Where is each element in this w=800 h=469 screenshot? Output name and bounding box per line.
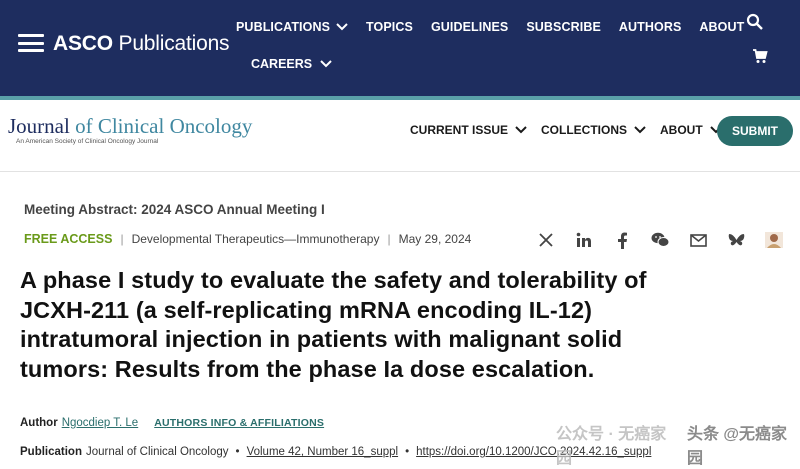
brand-light: Publications <box>118 32 230 55</box>
journal-nav: CURRENT ISSUE COLLECTIONS ABOUT <box>410 123 736 137</box>
nav-topics-label: TOPICS <box>366 20 413 34</box>
journal-title-part1: Journal <box>8 114 76 138</box>
chevron-down-icon <box>320 60 332 68</box>
chevron-down-icon <box>515 126 527 134</box>
title-line: JCXH-211 (a self-replicating mRNA encodi… <box>20 296 593 323</box>
nav-publications[interactable]: PUBLICATIONS <box>236 20 348 34</box>
x-icon[interactable] <box>536 230 556 250</box>
submit-button[interactable]: SUBMIT <box>717 116 793 146</box>
publication-label: Publication <box>20 446 82 458</box>
nav-current-issue[interactable]: CURRENT ISSUE <box>410 123 527 137</box>
divider: | <box>387 232 391 246</box>
nav-topics[interactable]: TOPICS <box>366 20 413 34</box>
nav-careers[interactable]: CAREERS <box>251 57 332 71</box>
watermark: 公众号 · 无癌家园 头条 @无癌家园 <box>556 420 800 468</box>
bluesky-icon[interactable] <box>726 230 746 250</box>
article-meta: FREE ACCESS | Developmental Therapeutics… <box>24 232 471 246</box>
hamburger-menu-icon[interactable] <box>18 34 44 52</box>
nav-subscribe[interactable]: SUBSCRIBE <box>526 20 601 34</box>
nav-publications-label: PUBLICATIONS <box>236 20 331 34</box>
publish-date: May 29, 2024 <box>398 232 472 246</box>
asco-logo[interactable]: ASCO Publications <box>53 32 230 56</box>
nav-collections-label: COLLECTIONS <box>541 123 628 137</box>
author-label: Author <box>20 417 58 429</box>
author-link[interactable]: Ngocdiep T. Le <box>62 417 139 429</box>
title-line: tumors: Results from the phase Ia dose e… <box>20 355 595 382</box>
volume-link[interactable]: Volume 42, Number 16_suppl <box>247 446 399 458</box>
nav-journal-about-label: ABOUT <box>660 123 703 137</box>
journal-logo[interactable]: Journal of Clinical Oncology <box>8 114 252 139</box>
cart-icon[interactable] <box>752 48 768 69</box>
nav-collections[interactable]: COLLECTIONS <box>541 123 646 137</box>
nav-subscribe-label: SUBSCRIBE <box>526 20 601 34</box>
nav-about-label: ABOUT <box>699 20 745 34</box>
nav-about[interactable]: ABOUT <box>699 20 744 34</box>
article-category[interactable]: Developmental Therapeutics—Immunotherapy <box>132 232 380 246</box>
meeting-abstract-label: Meeting Abstract: 2024 ASCO Annual Meeti… <box>24 202 325 217</box>
author-row: Author Ngocdiep T. Le AUTHORS INFO & AFF… <box>20 417 324 429</box>
chevron-down-icon <box>634 126 646 134</box>
watermark-text-1: 公众号 · 无癌家园 <box>556 426 667 467</box>
nav-guidelines[interactable]: GUIDELINES <box>431 20 508 34</box>
linkedin-icon[interactable] <box>574 230 594 250</box>
bullet-separator: • <box>405 446 410 458</box>
article-title: A phase I study to evaluate the safety a… <box>20 266 790 384</box>
nav-guidelines-label: GUIDELINES <box>430 20 509 34</box>
wechat-icon[interactable] <box>650 230 670 250</box>
watermark-text-2: 头条 @无癌家园 <box>686 426 788 467</box>
publication-journal: Journal of Clinical Oncology <box>85 446 229 458</box>
journal-title-part2: Clinical Oncology <box>97 114 253 138</box>
chevron-down-icon <box>336 23 348 31</box>
access-badge: FREE ACCESS <box>24 232 113 246</box>
title-line: intratumoral injection in patients with … <box>20 326 623 352</box>
share-bar <box>536 230 784 250</box>
divider: | <box>120 232 124 246</box>
nav-journal-about[interactable]: ABOUT <box>660 123 722 137</box>
nav-authors[interactable]: AUTHORS <box>619 20 682 34</box>
journal-header: Journal of Clinical Oncology An American… <box>0 100 800 172</box>
top-nav: PUBLICATIONS TOPICS GUIDELINES SUBSCRIBE… <box>236 20 762 34</box>
journal-title-of: of <box>75 114 98 138</box>
bullet-separator: • <box>235 446 240 458</box>
nav-current-issue-label: CURRENT ISSUE <box>410 123 509 137</box>
email-icon[interactable] <box>688 230 708 250</box>
affiliations-link[interactable]: AUTHORS INFO & AFFILIATIONS <box>154 417 324 429</box>
nav-careers-label: CAREERS <box>251 57 313 71</box>
facebook-icon[interactable] <box>612 230 632 250</box>
brand-bold: ASCO <box>53 32 113 55</box>
avatar-icon[interactable] <box>764 230 784 250</box>
nav-authors-label: AUTHORS <box>618 20 682 34</box>
search-icon[interactable] <box>746 13 764 36</box>
title-line: A phase I study to evaluate the safety a… <box>20 267 647 293</box>
journal-subtitle: An American Society of Clinical Oncology… <box>16 138 159 145</box>
top-navbar: ASCO Publications PUBLICATIONS TOPICS GU… <box>0 0 800 96</box>
